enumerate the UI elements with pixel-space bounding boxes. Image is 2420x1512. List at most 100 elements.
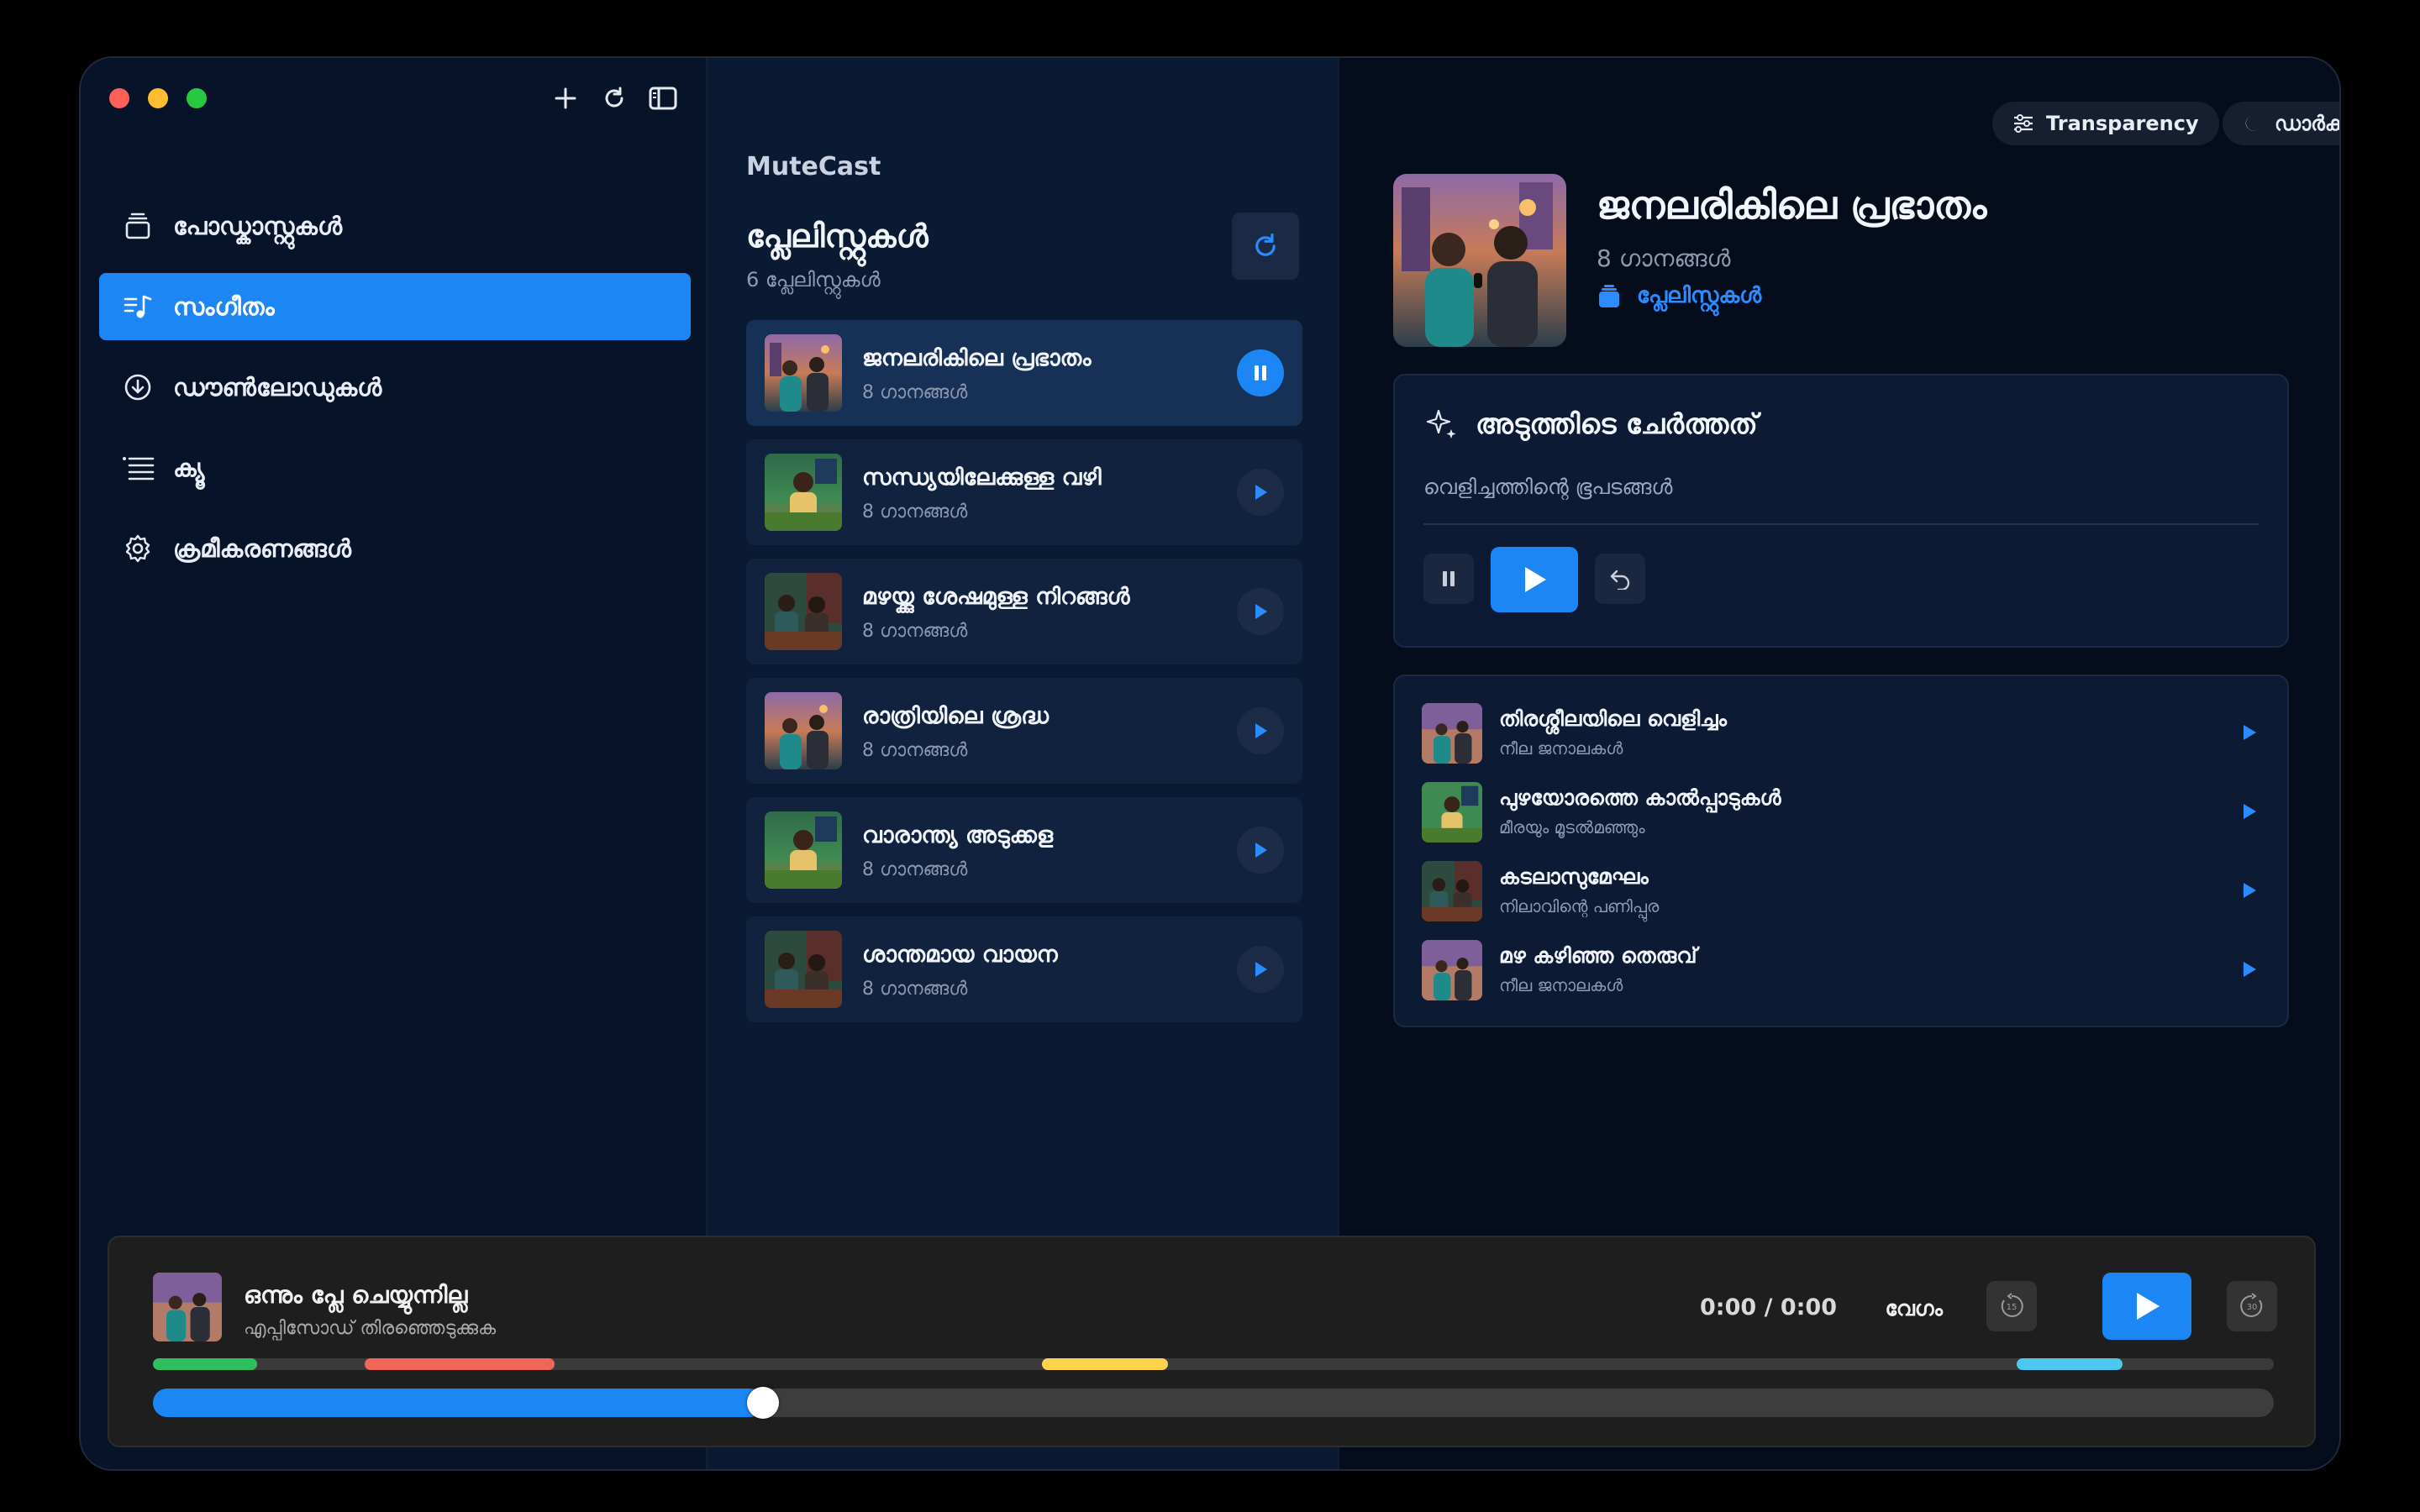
skip-back-icon: 15 — [2001, 1293, 2023, 1317]
playlists-count: 6 പ്ലേലിസ്റ്റുകൾ — [746, 268, 881, 291]
playlist-name: മഴയ്ക്കു ശേഷമുള്ള നിറങ്ങൾ — [862, 584, 1130, 610]
track-artist: നീല ജനാലകൾ — [1499, 738, 1623, 759]
music-note-icon — [121, 290, 155, 323]
speed-button[interactable]: വേഗം — [1885, 1296, 1943, 1321]
playlist-count: 8 ഗാനങ്ങൾ — [862, 859, 968, 880]
minimize-window-button[interactable] — [148, 88, 168, 108]
track-row[interactable]: തിരശ്ശീലയിലെ വെളിച്ചം നീല ജനാലകൾ — [1422, 698, 2262, 765]
play-button[interactable] — [1237, 946, 1284, 993]
playlist-count: 8 ഗാനങ്ങൾ — [862, 501, 968, 522]
play-icon — [1255, 843, 1267, 858]
playlists-link[interactable]: പ്ലേലിസ്റ്റുകൾ — [1597, 283, 1761, 309]
playlists-heading: പ്ലേലിസ്റ്റുകൾ — [746, 218, 929, 255]
playlist-stack-icon — [1599, 284, 1619, 307]
now-playing-artwork — [153, 1273, 222, 1341]
playlist-count: 8 ഗാനങ്ങൾ — [862, 382, 968, 403]
now-playing-title: ഒന്നും പ്ലേ ചെയ്യുന്നില്ല — [244, 1281, 468, 1309]
pause-button[interactable] — [1423, 554, 1474, 604]
recently-added-label: അടുത്തിടെ ചേർത്തത് — [1476, 407, 1758, 440]
window-controls — [109, 88, 207, 108]
sidebar-item-podcasts[interactable]: പോഡ്കാസ്റ്റുകൾ — [99, 192, 691, 260]
track-title: തിരശ്ശീലയിലെ വെളിച്ചം — [1499, 706, 1728, 731]
recently-added-subtitle: വെളിച്ചത്തിന്റെ ഭൂപടങ്ങൾ — [1423, 475, 1673, 499]
playlist-item[interactable]: ശാന്തമായ വായന 8 ഗാനങ്ങൾ — [746, 916, 1302, 1022]
play-icon[interactable] — [2237, 720, 2262, 745]
play-button[interactable] — [1237, 827, 1284, 874]
skip-forward-button[interactable]: 30 — [2227, 1281, 2277, 1331]
track-artwork — [1422, 861, 1482, 921]
undo-button[interactable] — [1595, 554, 1645, 604]
sidebar-item-settings[interactable]: ക്രമീകരണങ്ങൾ — [99, 515, 691, 582]
playlist-count: 8 ഗാനങ്ങൾ — [862, 740, 968, 761]
sidebar-item-label: പോഡ്കാസ്റ്റുകൾ — [173, 211, 343, 240]
theme-label: ഡാർക്ക് — [2275, 112, 2339, 135]
track-row[interactable]: കടലാസുമേഘം നിലാവിന്റെ പണിപ്പുര — [1422, 856, 2262, 923]
play-icon — [1255, 962, 1267, 977]
recently-added-card: അടുത്തിടെ ചേർത്തത് വെളിച്ചത്തിന്റെ ഭൂപടങ… — [1393, 374, 2289, 648]
track-artwork — [1422, 940, 1482, 1000]
playlist-item[interactable]: ജനലരികിലെ പ്രഭാതം 8 ഗാനങ്ങൾ — [746, 320, 1302, 426]
sidebar-toolbar — [551, 81, 677, 115]
playlists-link-label: പ്ലേലിസ്റ്റുകൾ — [1637, 283, 1762, 308]
track-title: പുഴയോരത്തെ കാൽപ്പാടുകൾ — [1499, 785, 1781, 810]
close-window-button[interactable] — [109, 88, 129, 108]
refresh-icon — [1255, 233, 1276, 256]
track-artist: മീരയും മൂടൽമഞ്ഞും — [1499, 817, 1645, 837]
chapter-segment[interactable] — [2017, 1358, 2123, 1370]
play-icon[interactable] — [2237, 957, 2262, 982]
progress-knob[interactable] — [747, 1387, 779, 1419]
playlist-item[interactable]: സന്ധ്യയിലേക്കുള്ള വഴി 8 ഗാനങ്ങൾ — [746, 439, 1302, 545]
play-icon — [2137, 1293, 2160, 1320]
sidebar-item-label: സംഗീതം — [173, 291, 275, 321]
sidebar-nav: പോഡ്കാസ്റ്റുകൾ സംഗീതം ഡൗൺലോഡുകൾ ക്യൂ ക്ര… — [99, 192, 691, 596]
progress-fill — [153, 1389, 763, 1417]
chapter-segment[interactable] — [1042, 1358, 1168, 1370]
app-brand: MuteCast — [746, 152, 881, 181]
sidebar-item-music[interactable]: സംഗീതം — [99, 273, 691, 340]
sliders-icon — [2014, 114, 2033, 133]
sidebar-item-queue[interactable]: ക്യൂ — [99, 434, 691, 501]
skip-forward-icon: 30 — [2240, 1293, 2263, 1317]
playlist-title: ജനലരികിലെ പ്രഭാതം — [1597, 182, 1987, 228]
app-window: പോഡ്കാസ്റ്റുകൾ സംഗീതം ഡൗൺലോഡുകൾ ക്യൂ ക്ര… — [79, 56, 2341, 1471]
play-icon[interactable] — [2237, 799, 2262, 824]
playlist-name: വാരാന്ത്യ അടുക്കള — [862, 822, 1054, 848]
zoom-window-button[interactable] — [187, 88, 207, 108]
track-title: മഴ കഴിഞ്ഞ തെരുവ് — [1499, 943, 1697, 968]
track-artwork — [1422, 703, 1482, 764]
play-button[interactable] — [1237, 588, 1284, 635]
chapter-segment[interactable] — [153, 1358, 257, 1370]
track-row[interactable]: പുഴയോരത്തെ കാൽപ്പാടുകൾ മീരയും മൂടൽമഞ്ഞും — [1422, 777, 2262, 844]
playlist-artwork — [765, 692, 842, 769]
gear-icon — [121, 532, 155, 565]
refresh-playlists-button[interactable] — [1232, 213, 1299, 280]
pause-button[interactable] — [1237, 349, 1284, 396]
sparkles-icon — [1426, 409, 1456, 438]
play-button[interactable] — [1237, 707, 1284, 754]
playlist-item[interactable]: വാരാന്ത്യ അടുക്കള 8 ഗാനങ്ങൾ — [746, 797, 1302, 903]
chapter-segment[interactable] — [365, 1358, 555, 1370]
refresh-icon[interactable] — [600, 81, 629, 115]
skip-back-button[interactable]: 15 — [1986, 1281, 2037, 1331]
play-icon[interactable] — [2237, 878, 2262, 903]
playlist-artwork — [765, 573, 842, 650]
playlist-cover — [1393, 174, 1566, 347]
plus-icon[interactable] — [551, 81, 580, 115]
svg-text:30: 30 — [2247, 1303, 2258, 1312]
play-button[interactable] — [1237, 469, 1284, 516]
sidebar-item-downloads[interactable]: ഡൗൺലോഡുകൾ — [99, 354, 691, 421]
playlist-name: ശാന്തമായ വായന — [862, 942, 1058, 968]
playlist-item[interactable]: രാത്രിയിലെ ശ്രദ്ധ 8 ഗാനങ്ങൾ — [746, 678, 1302, 784]
play-button[interactable] — [1491, 547, 1578, 612]
progress-slider[interactable] — [153, 1387, 2274, 1419]
sidebar-toggle-icon[interactable] — [649, 81, 677, 115]
track-artwork — [1422, 782, 1482, 843]
play-icon — [1255, 723, 1267, 738]
play-button[interactable] — [2102, 1273, 2191, 1340]
theme-toggle[interactable]: ഡാർക്ക് — [2223, 102, 2339, 145]
pause-icon — [1255, 365, 1266, 381]
track-row[interactable]: മഴ കഴിഞ്ഞ തെരുവ് നീല ജനാലകൾ — [1422, 935, 2262, 1002]
playlist-item[interactable]: മഴയ്ക്കു ശേഷമുള്ള നിറങ്ങൾ 8 ഗാനങ്ങൾ — [746, 559, 1302, 664]
transparency-toggle[interactable]: Transparency — [1992, 102, 2219, 145]
playlist-artwork — [765, 811, 842, 889]
